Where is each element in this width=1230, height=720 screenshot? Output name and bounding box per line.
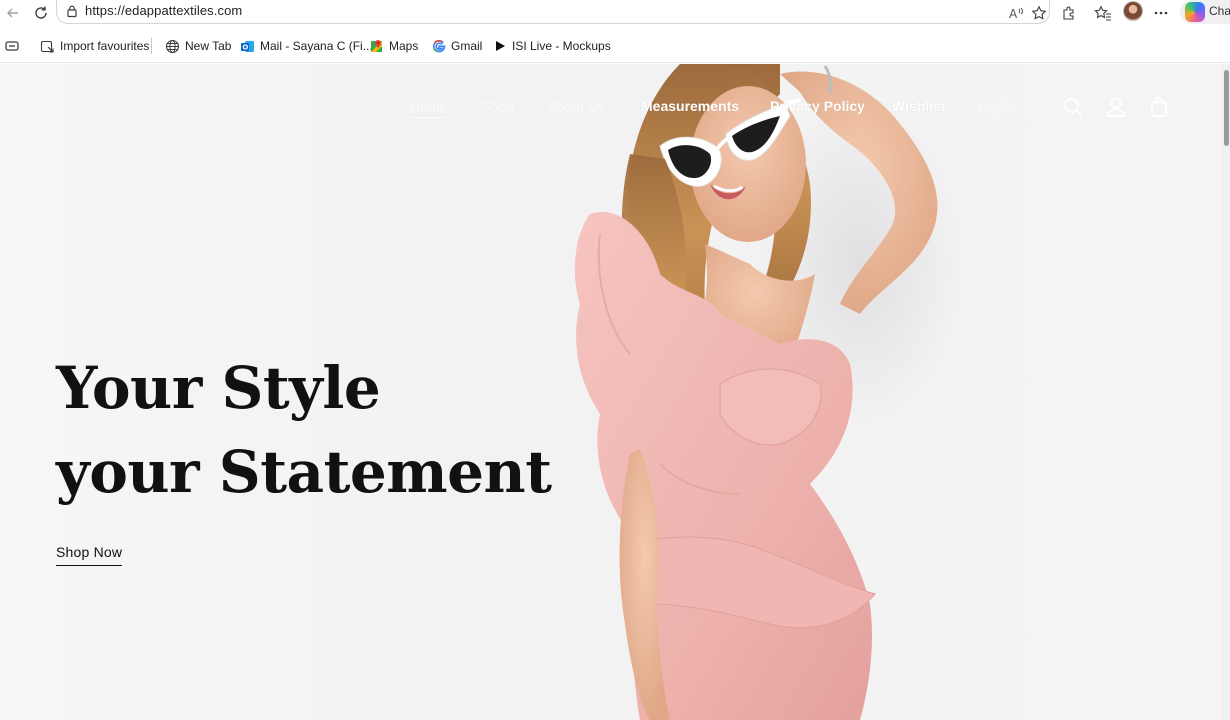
maps-icon xyxy=(369,39,384,54)
search-icon[interactable] xyxy=(1062,96,1084,118)
nav-about-us[interactable]: About Us xyxy=(547,96,605,116)
refresh-icon[interactable] xyxy=(30,2,52,24)
lock-icon[interactable] xyxy=(65,4,79,18)
copilot-label: Chat xyxy=(1209,4,1230,18)
bookmark-label: Gmail xyxy=(451,39,483,53)
browser-toolbar: https://edappattextiles.com A Chat xyxy=(0,0,1230,26)
account-icon[interactable] xyxy=(1105,96,1127,118)
hero-headline: Your Style your Statement xyxy=(56,346,552,514)
website-hero: Home Shop About Us Measurements Privacy … xyxy=(0,64,1230,720)
address-bar[interactable]: https://edappattextiles.com xyxy=(56,0,1050,24)
bookmarks-divider xyxy=(151,38,152,54)
shop-now-link[interactable]: Shop Now xyxy=(56,544,123,566)
bookmark-new-tab[interactable]: New Tab xyxy=(165,38,231,54)
bookmark-isi-live[interactable]: ISI Live - Mockups xyxy=(492,38,611,54)
play-icon xyxy=(492,39,507,54)
hero-headline-line-2: your Statement xyxy=(56,438,552,506)
bookmarks-bar: Import favourites New Tab O Mail - Sayan… xyxy=(0,27,1230,63)
bookmark-gmail[interactable]: Gmail xyxy=(431,38,482,54)
import-favourites-icon xyxy=(40,39,55,54)
outlook-icon: O xyxy=(240,39,255,54)
read-aloud-icon[interactable]: A xyxy=(1005,2,1027,24)
copilot-chat-button[interactable]: Chat xyxy=(1180,0,1230,24)
globe-icon xyxy=(165,39,180,54)
svg-text:O: O xyxy=(242,43,248,51)
nav-privacy-policy[interactable]: Privacy Policy xyxy=(770,96,865,116)
nav-login[interactable]: Login xyxy=(978,96,1012,116)
bookmark-label: ISI Live - Mockups xyxy=(512,39,611,53)
url-text: https://edappattextiles.com xyxy=(85,3,243,18)
bookmark-maps[interactable]: Maps xyxy=(369,38,418,54)
extensions-icon[interactable] xyxy=(1058,2,1080,24)
nav-wishlist[interactable]: Wishlist xyxy=(892,96,946,116)
page-scrollbar[interactable] xyxy=(1222,64,1230,720)
hero-headline-line-1: Your Style xyxy=(56,354,381,422)
favorites-icon[interactable] xyxy=(1092,2,1114,24)
nav-home[interactable]: Home xyxy=(410,96,447,116)
google-icon xyxy=(431,39,446,54)
scrollbar-thumb[interactable] xyxy=(1224,70,1229,146)
svg-text:A: A xyxy=(1009,7,1018,21)
shopping-bag-icon[interactable] xyxy=(1148,96,1170,118)
site-nav: Home Shop About Us Measurements Privacy … xyxy=(0,96,1230,120)
bookmark-label: Mail - Sayana C (Fi... xyxy=(260,39,373,53)
profile-avatar[interactable] xyxy=(1123,1,1143,21)
bookmark-mail[interactable]: O Mail - Sayana C (Fi... xyxy=(240,38,373,54)
copilot-icon xyxy=(1185,2,1205,22)
back-icon[interactable] xyxy=(2,2,24,24)
bookmark-import-favourites[interactable]: Import favourites xyxy=(40,38,149,54)
nav-measurements[interactable]: Measurements xyxy=(641,96,739,116)
bookmark-label: New Tab xyxy=(185,39,232,53)
more-icon[interactable] xyxy=(1150,2,1172,24)
bookmark-label: Import favourites xyxy=(60,39,150,53)
bookmarks-menu-icon[interactable] xyxy=(4,38,24,54)
favorite-star-icon[interactable] xyxy=(1028,2,1050,24)
nav-shop[interactable]: Shop xyxy=(481,96,514,116)
bookmark-label: Maps xyxy=(389,39,419,53)
nav-home-active-underline xyxy=(410,117,446,118)
hero-model-image xyxy=(574,64,970,720)
